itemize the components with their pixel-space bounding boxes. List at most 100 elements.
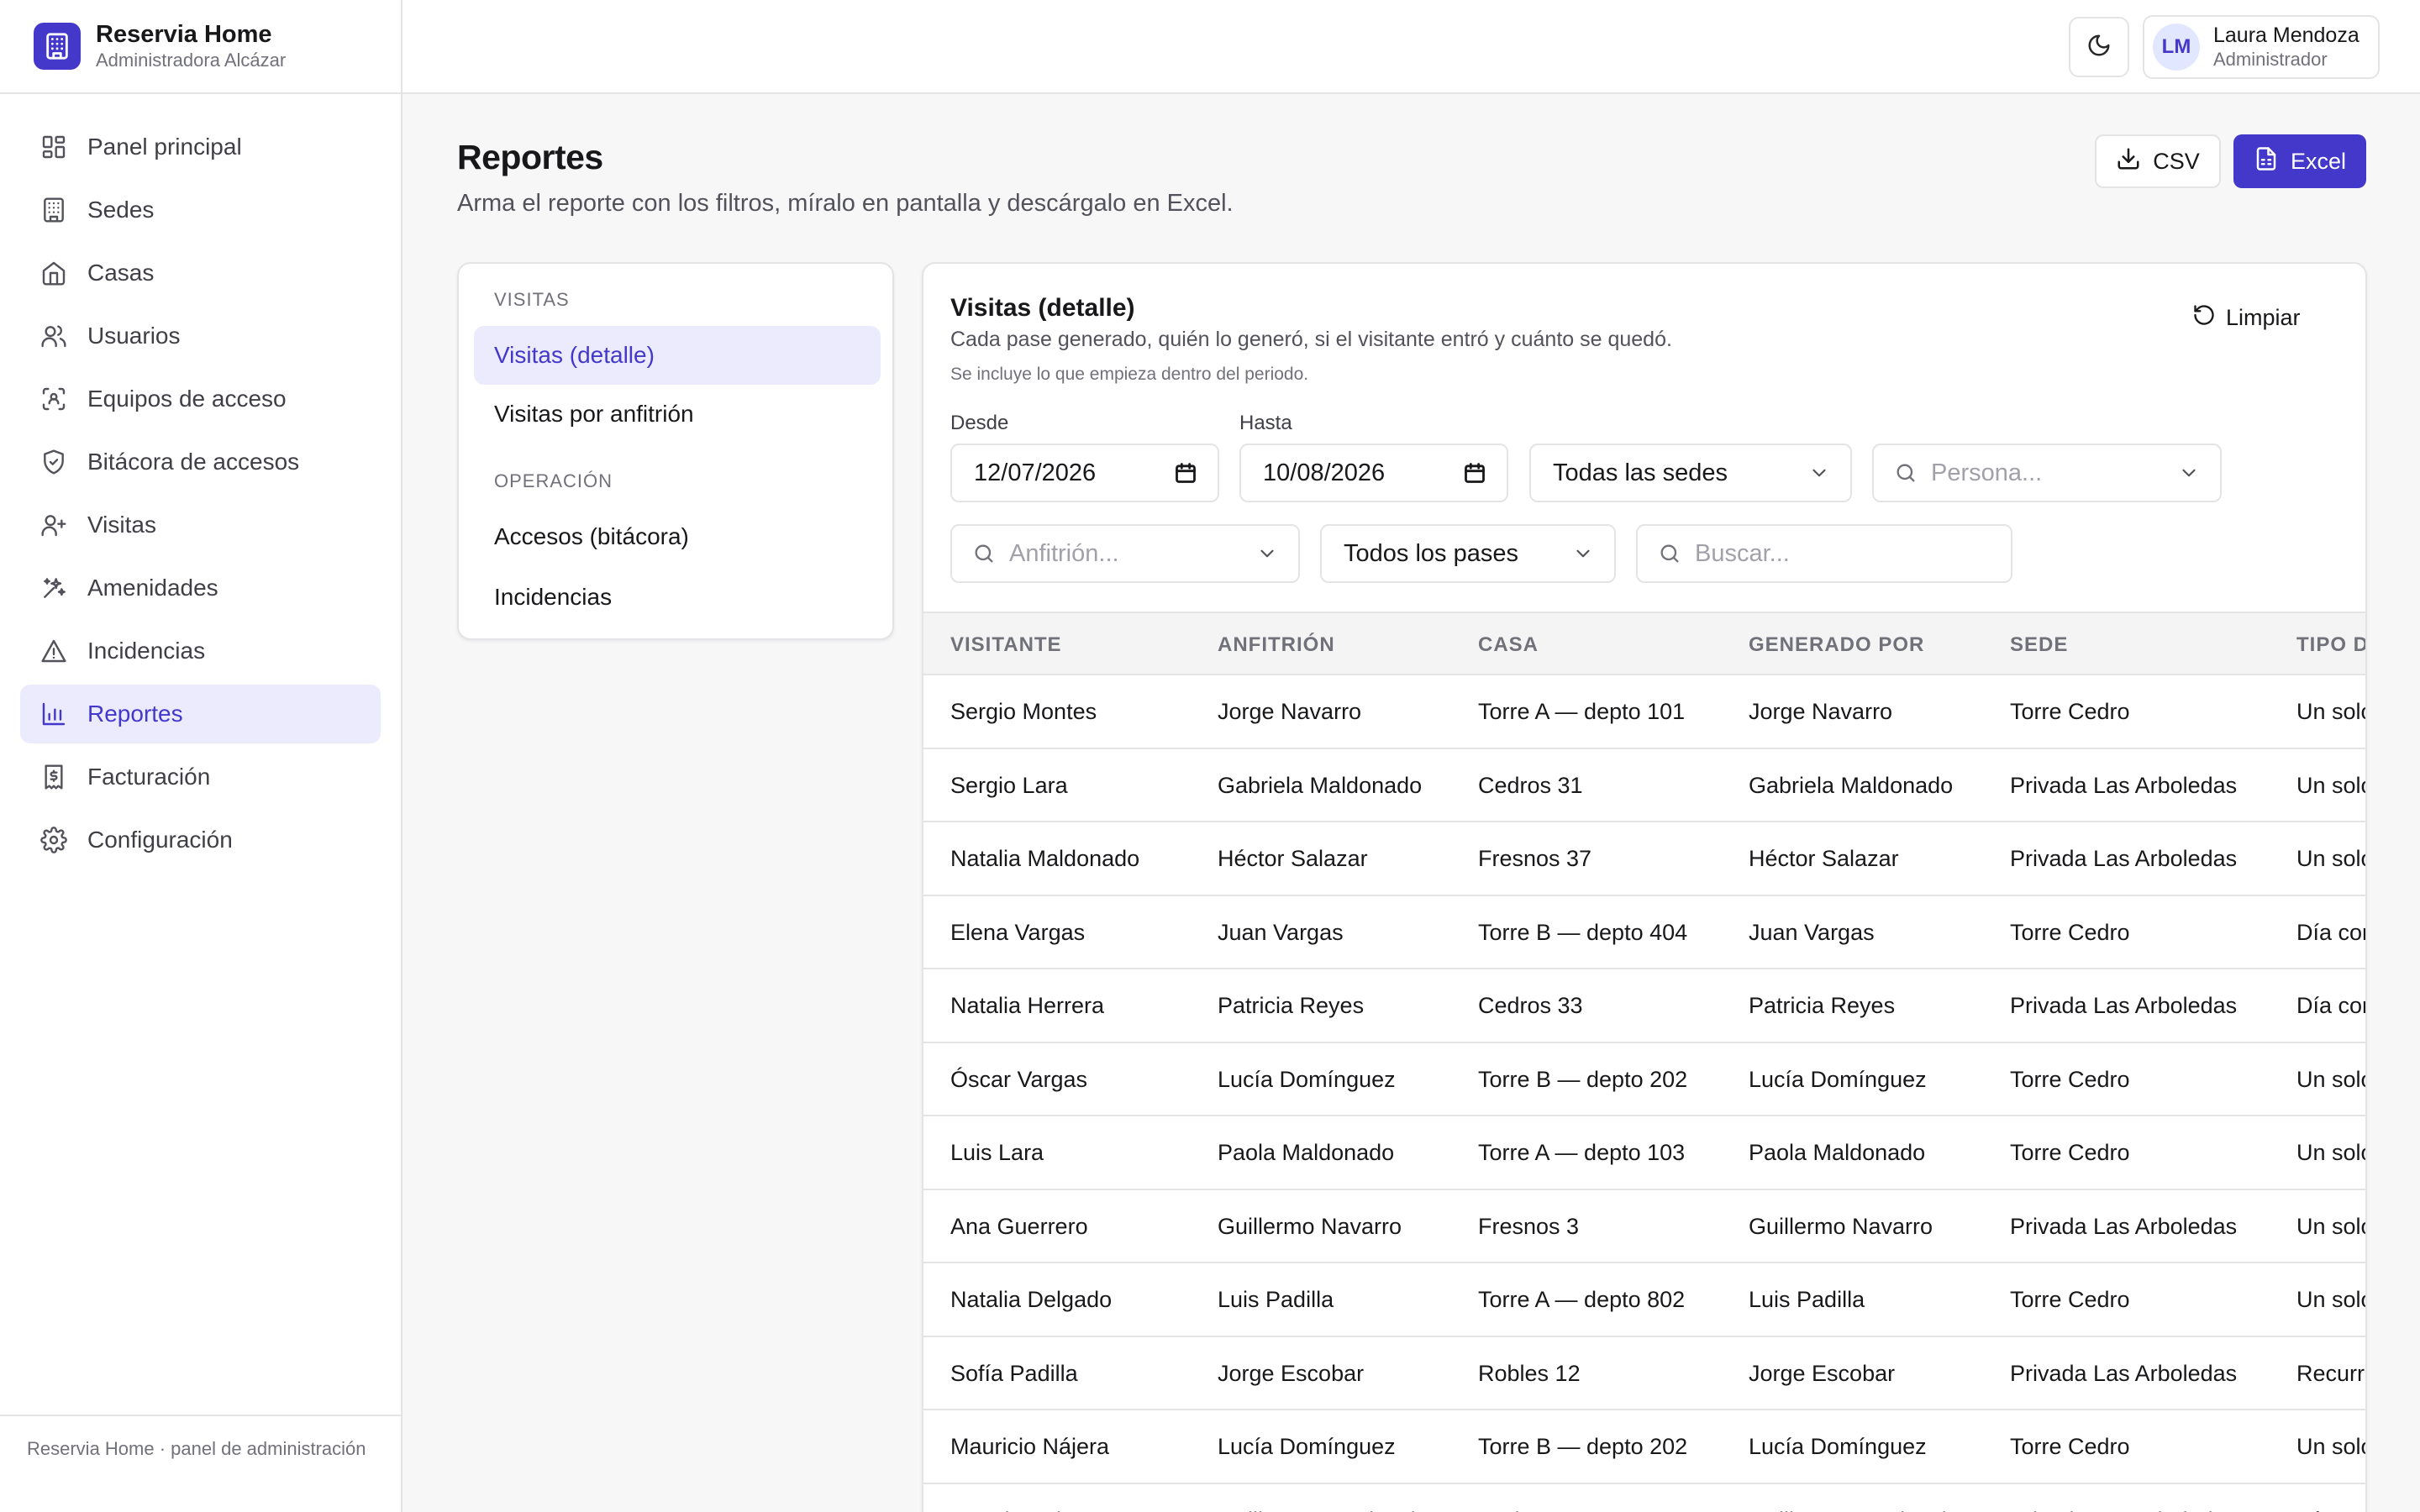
table-cell: Juan Vargas <box>1218 919 1344 945</box>
sidebar-item-label: Reportes <box>87 701 183 727</box>
excel-label: Excel <box>2290 148 2347 174</box>
spreadsheet-icon <box>2254 146 2291 177</box>
chevron-down-icon <box>1256 543 1278 564</box>
table-cell: Torre Cedro <box>2010 699 2130 724</box>
from-date-input[interactable]: 12/07/2026 <box>950 444 1219 502</box>
sidebar-item-facturacion[interactable]: Facturación <box>20 748 381 806</box>
column-header[interactable]: ANFITRIÓN <box>1218 613 1335 677</box>
table-cell: Privada Las Arboledas <box>2010 1213 2238 1239</box>
user-menu-button[interactable]: LM Laura Mendoza Administrador <box>2143 15 2380 79</box>
sidebar-item-label: Amenidades <box>87 575 218 601</box>
pass-type-select[interactable]: Todos los pases <box>1320 524 1616 583</box>
table-cell: Torre A — depto 802 <box>1478 1287 1686 1312</box>
table-cell: Un solo <box>2296 846 2367 871</box>
table-row[interactable]: Sofía Padilla Jorge Escobar Robles 12 Jorge… <box>923 1337 2365 1410</box>
host-select[interactable]: Anfitrión... <box>950 524 1300 583</box>
table-row[interactable]: Mauricio Nájera Lucía Domínguez Torre B — … <box>923 1410 2365 1484</box>
table-row[interactable]: Ana Guerrero Guillermo Navarro Fresnos 3 Gu… <box>923 1190 2365 1263</box>
report-item-visitas-anfitrion[interactable]: Visitas por anfitrión <box>474 385 881 444</box>
chevron-down-icon <box>1808 462 1830 484</box>
calendar-icon[interactable] <box>1174 461 1197 485</box>
table-row[interactable]: Óscar Vargas Lucía Domínguez Torre B — dep… <box>923 1043 2365 1116</box>
report-item-incidencias[interactable]: Incidencias <box>474 568 881 627</box>
person-select[interactable]: Persona... <box>1872 444 2222 502</box>
table-cell: Elena Vargas <box>950 919 1086 945</box>
column-header[interactable]: VISITANTE <box>950 613 1062 677</box>
table-cell: Gabriela Maldonado <box>1218 772 1423 798</box>
report-item-accesos[interactable]: Accesos (bitácora) <box>474 507 881 566</box>
table-cell: Óscar Vargas <box>950 1066 1088 1092</box>
table-row[interactable]: Beatriz Ochoa Guillermo Sandoval Cedros 15… <box>923 1484 2365 1512</box>
building-logo-icon <box>34 23 81 70</box>
sidebar-item-usuarios[interactable]: Usuarios <box>20 307 381 365</box>
sidebar-item-visitas[interactable]: Visitas <box>20 496 381 554</box>
table-cell: Beatriz Ochoa <box>950 1484 1094 1512</box>
table-cell: Paola Maldonado <box>1749 1140 1926 1165</box>
table-row[interactable]: Natalia Maldonado Héctor Salazar Fresnos 3… <box>923 822 2367 896</box>
sidebar-item-casas[interactable]: Casas <box>20 244 381 302</box>
report-title: Visitas (detalle) <box>950 294 1135 322</box>
table-cell: Lucía Domínguez <box>1218 1434 1396 1459</box>
column-header[interactable]: CASA <box>1478 613 1539 677</box>
table-cell: Natalia Delgado <box>950 1287 1113 1312</box>
sidebar-item-bitacora-de-accesos[interactable]: Bitácora de accesos <box>20 433 381 491</box>
theme-toggle-button[interactable] <box>2069 17 2129 77</box>
sidebar-item-equipos-de-acceso[interactable]: Equipos de acceso <box>20 370 381 428</box>
sidebar-item-reportes[interactable]: Reportes <box>20 685 381 743</box>
sidebar-item-sedes[interactable]: Sedes <box>20 181 381 239</box>
person-select-placeholder: Persona... <box>1931 459 2043 486</box>
sidebar-item-incidencias[interactable]: Incidencias <box>20 622 381 680</box>
table-cell: Gabriela Maldonado <box>1749 772 1954 798</box>
table-cell: Día con <box>2296 919 2367 945</box>
sidebar-item-amenidades[interactable]: Amenidades <box>20 559 381 617</box>
report-group-label: VISITAS <box>494 289 570 310</box>
table-cell: Torre B — depto 202 <box>1478 1434 1688 1459</box>
sidebar-item-panel-principal[interactable]: Panel principal <box>20 118 381 176</box>
table-cell: Patricia Reyes <box>1749 993 1896 1018</box>
table-cell: Privada Las Arboledas <box>2010 1484 2237 1512</box>
column-header[interactable]: TIPO D <box>2296 613 2365 677</box>
page-subtitle: Arma el reporte con los filtros, míralo … <box>457 190 1234 217</box>
table-cell: Juan Vargas <box>1749 919 1875 945</box>
table-row[interactable]: Sergio Lara Gabriela Maldonado Cedros 31 Ga… <box>923 749 2365 822</box>
reset-icon <box>2192 303 2226 333</box>
site-select[interactable]: Todas las sedes <box>1529 444 1852 502</box>
sidebar-item-label: Equipos de acceso <box>87 386 287 412</box>
report-group-label: OPERACIÓN <box>494 470 613 491</box>
table-header: VISITANTE ANFITRIÓN CASA GENERADO POR SEDE TI… <box>923 612 2365 677</box>
home-icon <box>40 260 67 286</box>
table-row[interactable]: Natalia Delgado Luis Padilla Torre A — dep… <box>923 1263 2365 1337</box>
sidebar-item-label: Incidencias <box>87 638 206 664</box>
search-icon <box>972 542 996 565</box>
table-row[interactable]: Elena Vargas Juan Vargas Torre B — depto 4… <box>923 896 2367 969</box>
table-row[interactable]: Natalia Herrera Patricia Reyes Cedros 33 Pa… <box>923 969 2365 1043</box>
to-label: Hasta <box>1239 412 1292 434</box>
report-list-card: VISITAS Visitas (detalle) Visitas por an… <box>457 262 894 640</box>
table-cell: Un solo <box>2296 1140 2367 1165</box>
table-cell: Cedros 33 <box>1478 993 1583 1018</box>
table-cell: Lucía Domínguez <box>1749 1066 1927 1092</box>
sidebar-item-configuracion[interactable]: Configuración <box>20 811 381 869</box>
report-item-visitas-detalle[interactable]: Visitas (detalle) <box>474 326 881 385</box>
table-row[interactable]: Sergio Montes Jorge Navarro Torre A — dept… <box>923 675 2365 749</box>
download-icon <box>2116 146 2153 177</box>
page-title: Reportes <box>457 138 603 176</box>
download-csv-button[interactable]: CSV <box>2095 134 2221 188</box>
search-input[interactable]: Buscar... <box>1636 524 2012 583</box>
moon-icon <box>2086 33 2112 62</box>
to-date-input[interactable]: 10/08/2026 <box>1239 444 1508 502</box>
table-row[interactable]: Luis Lara Paola Maldonado Torre A — depto … <box>923 1116 2367 1190</box>
column-header[interactable]: GENERADO POR <box>1749 613 1924 677</box>
search-icon <box>1658 542 1681 565</box>
building-icon <box>40 197 67 223</box>
bar-chart-icon <box>40 701 67 727</box>
download-excel-button[interactable]: Excel <box>2233 134 2366 188</box>
search-icon <box>1894 461 1918 485</box>
brand[interactable]: Reservia Home Administradora Alcázar <box>0 0 401 94</box>
clear-filters-button[interactable]: Limpiar <box>2192 299 2301 336</box>
receipt-icon <box>40 764 67 790</box>
table-cell: Luis Lara <box>950 1140 1044 1165</box>
sidebar-item-label: Bitácora de accesos <box>87 449 300 475</box>
calendar-icon[interactable] <box>1463 461 1486 485</box>
column-header[interactable]: SEDE <box>2010 613 2068 677</box>
